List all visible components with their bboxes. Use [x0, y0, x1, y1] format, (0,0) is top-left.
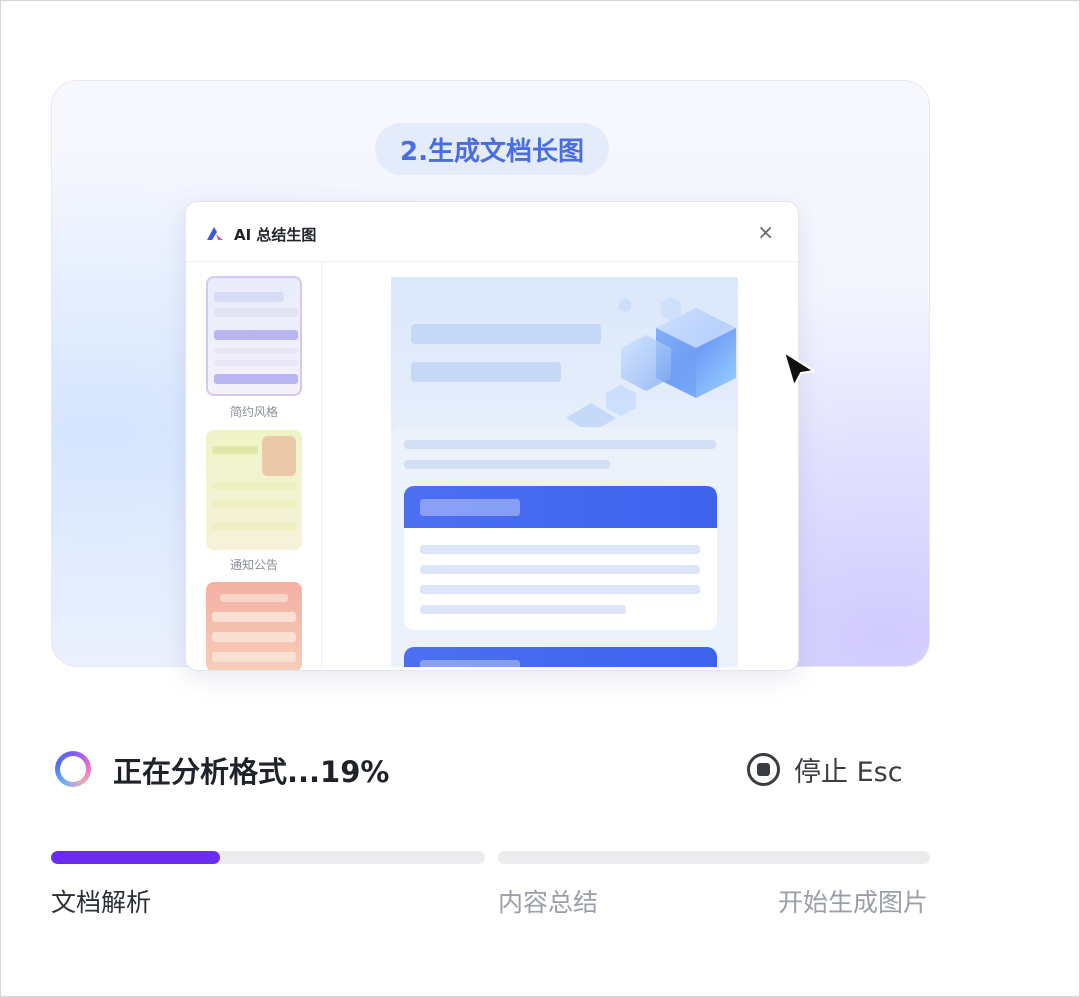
window-frame: 2.生成文档长图 AI 总结生图 × 简约风格 通知公告 正在分析格式...19…: [0, 0, 1080, 997]
progress-track-parse: [51, 851, 485, 864]
template-label: 简约风格: [229, 405, 278, 419]
template-thumbnail[interactable]: [206, 582, 302, 670]
progress-track-summary: [498, 851, 930, 864]
stop-button[interactable]: 停止 Esc: [747, 749, 903, 789]
dialog-header: AI 总结生图 ×: [186, 202, 798, 262]
app-logo-icon: [207, 227, 223, 240]
template-thumbnail[interactable]: [206, 276, 302, 396]
step-pill: 2.生成文档长图: [375, 123, 609, 175]
stop-label: 停止 Esc: [794, 756, 903, 788]
stage-label-summary: 内容总结: [498, 888, 599, 917]
status-text: 正在分析格式...19%: [113, 755, 390, 789]
stop-icon: [747, 752, 780, 786]
document-preview: [391, 277, 738, 667]
progress-fill: [51, 851, 221, 864]
document-content-panel: [391, 427, 738, 667]
template-thumbnail[interactable]: [206, 430, 302, 550]
mouse-cursor-icon: [783, 351, 815, 387]
document-section-card: [404, 647, 717, 667]
document-section-card: [404, 486, 717, 630]
stage-label-generate: 开始生成图片: [777, 888, 928, 917]
loading-spinner-icon: [55, 751, 91, 787]
cube-graphic-icon: [566, 297, 736, 433]
stage-label-parse: 文档解析: [51, 888, 152, 917]
template-sidebar: 简约风格 通知公告: [186, 262, 322, 670]
dialog-title: AI 总结生图: [234, 226, 317, 244]
close-icon[interactable]: ×: [757, 220, 774, 244]
template-label: 通知公告: [229, 558, 278, 572]
